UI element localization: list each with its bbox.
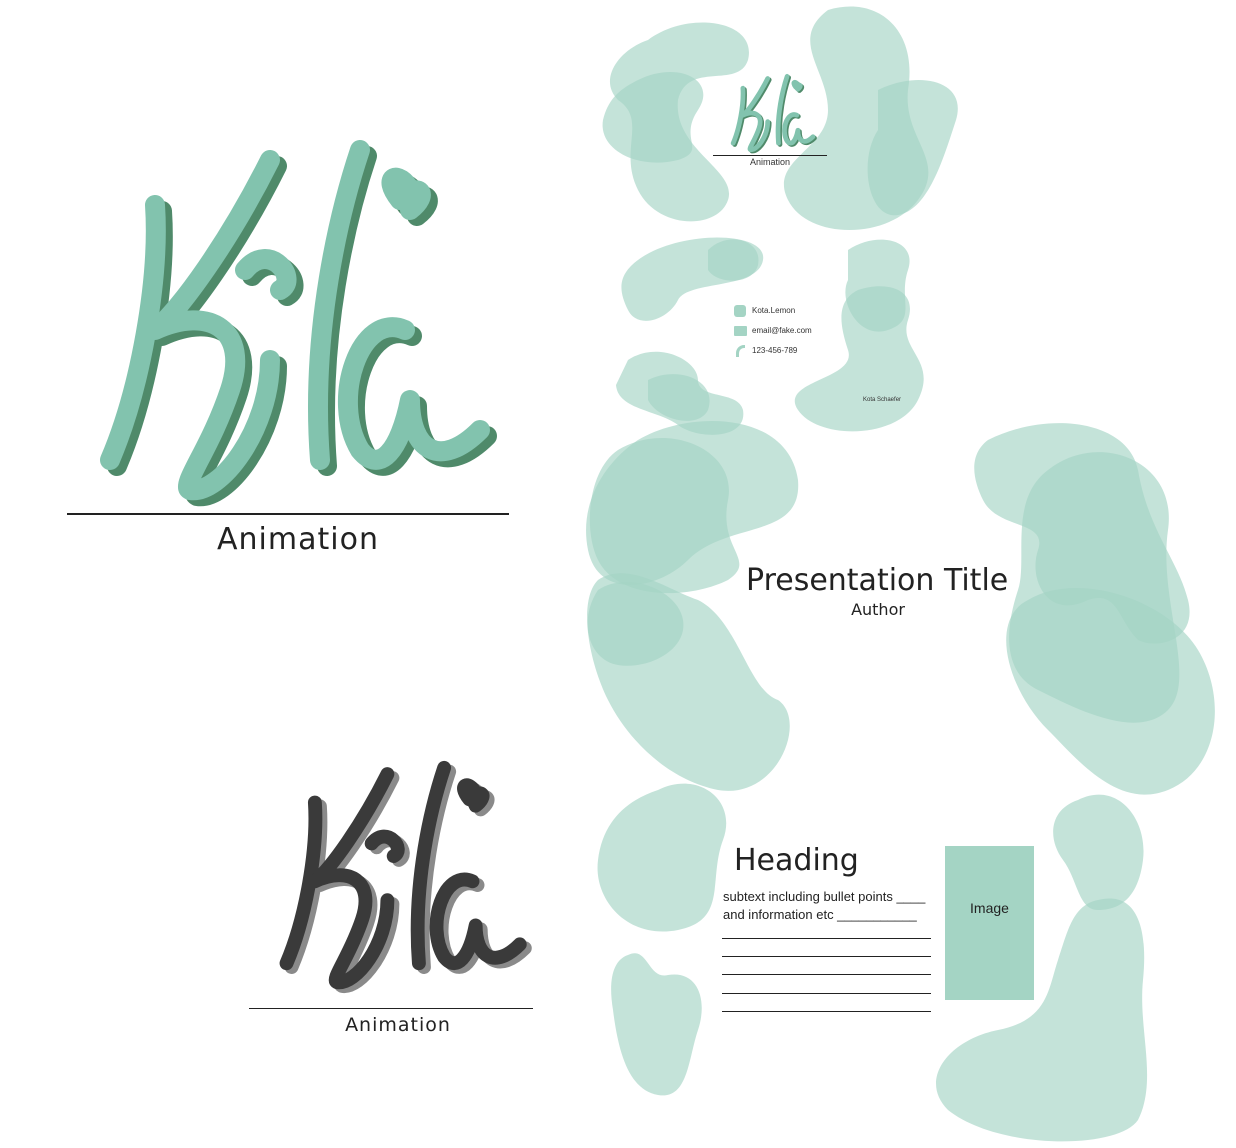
bullet-line: [722, 956, 931, 957]
blob: [867, 80, 958, 216]
dark-logo-divider: [249, 1008, 533, 1009]
card-caption: Animation: [749, 157, 791, 167]
blob: [794, 286, 924, 432]
blob: [589, 438, 740, 594]
contact-email: email@fake.com: [752, 326, 812, 335]
logo-stroke: [100, 140, 490, 501]
logo-caption: Animation: [217, 522, 379, 557]
slide-subtext-line-2: and information etc ___________: [723, 907, 917, 922]
blob: [611, 953, 702, 1096]
presentation-title: Presentation Title: [746, 563, 1009, 598]
slide-heading: Heading: [734, 843, 859, 878]
phone-icon: [736, 345, 745, 357]
kota-script-logo-dark: [279, 760, 532, 993]
presentation-author: Author: [851, 600, 905, 619]
mail-icon: [734, 326, 747, 336]
kota-script-logo-green: [100, 140, 497, 507]
contact-instagram: Kota.Lemon: [752, 306, 796, 315]
slide-subtext-line-1: subtext including bullet points ____: [723, 889, 926, 904]
image-placeholder-label: Image: [970, 900, 1009, 916]
bullet-line: [722, 993, 931, 994]
instagram-icon: [734, 305, 746, 317]
blob: [708, 239, 759, 281]
contact-phone: 123-456-789: [752, 346, 798, 355]
card-name: Kota Schaefer: [863, 397, 902, 403]
large-green-logo: [60, 130, 520, 510]
bullet-line: [722, 1011, 931, 1012]
card-divider: [713, 155, 827, 156]
bullet-line: [722, 974, 931, 975]
blob: [597, 783, 727, 932]
image-placeholder: Image: [945, 846, 1034, 1000]
logo-divider: [67, 513, 509, 515]
dark-logo: [255, 745, 545, 1005]
dark-logo-caption: Animation: [345, 1014, 451, 1036]
card-logo: [722, 72, 822, 154]
kota-script-logo-small: [730, 73, 817, 154]
bullet-line: [722, 938, 931, 939]
blob: [1053, 794, 1144, 910]
